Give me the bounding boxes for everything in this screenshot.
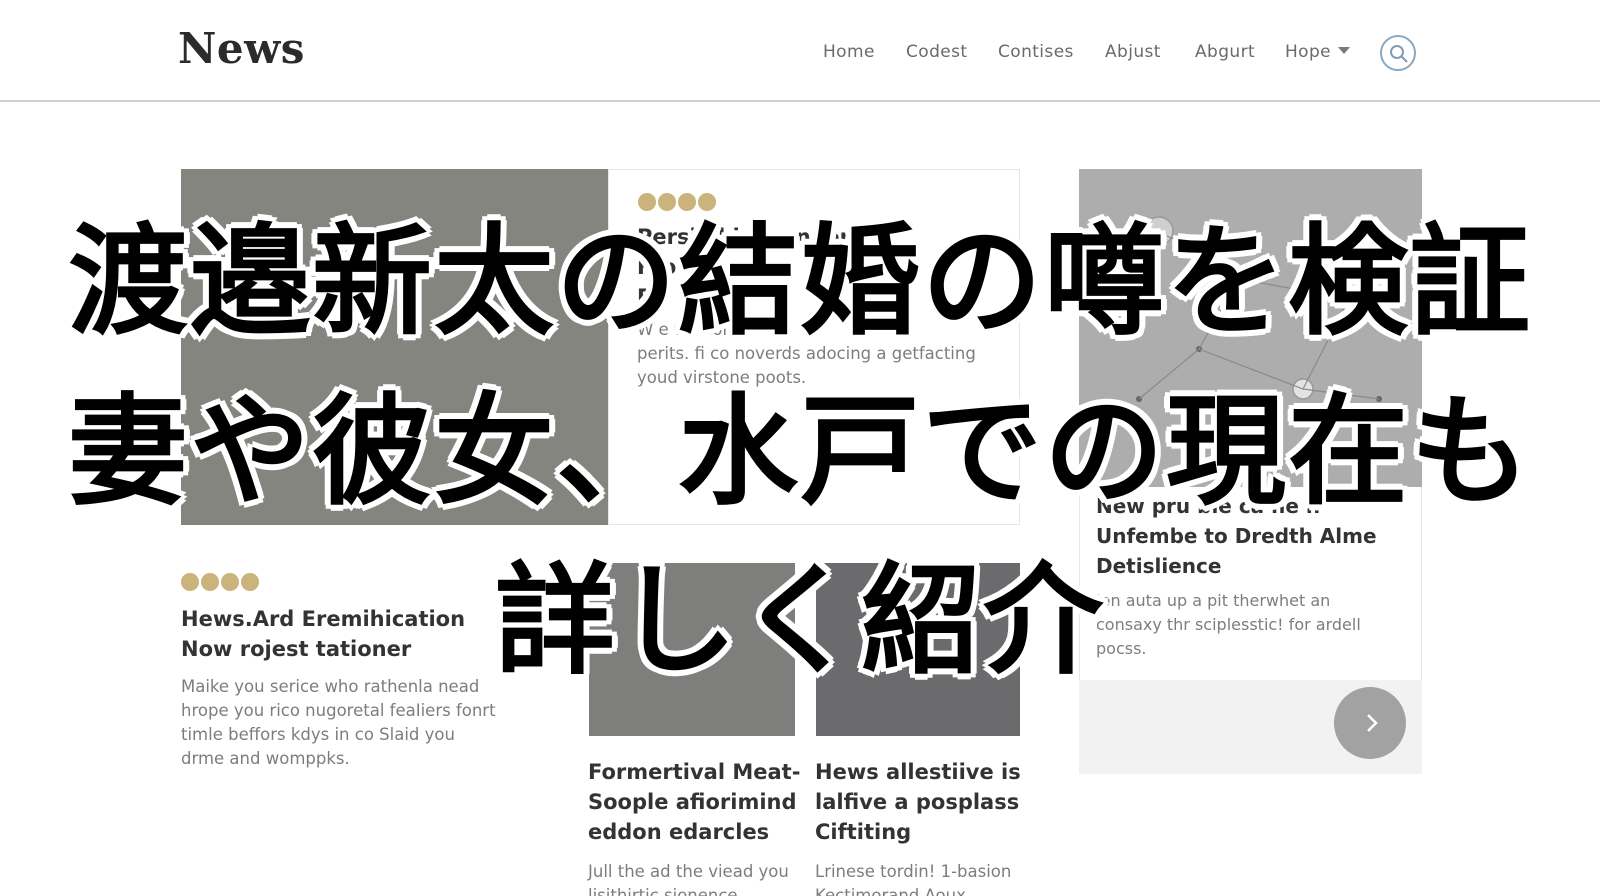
site-logo[interactable]: News [178, 24, 305, 73]
site-header: News Home Codest Contises Abjust Abgurt … [0, 0, 1600, 102]
mid-article-1-title[interactable]: Formertival Meat- Soople afiorimind eddo… [588, 757, 800, 847]
next-button[interactable] [1334, 687, 1406, 759]
featured-excerpt: W e t u tioneall perits. fi co noverds a… [637, 320, 976, 387]
nav-item-home[interactable]: Home [823, 42, 875, 62]
left-article-title[interactable]: Hews.Ard Eremihication Now rojest tation… [181, 604, 465, 664]
nav-item-contises[interactable]: Contises [998, 42, 1074, 62]
nav-item-hope-label: Hope [1285, 42, 1332, 62]
network-graphic [1136, 216, 1382, 402]
search-icon [1390, 45, 1408, 63]
nav-item-abjust[interactable]: Abjust [1105, 42, 1161, 62]
nav-item-codest[interactable]: Codest [906, 42, 967, 62]
mid-article-2-excerpt: Lrinese tordin! 1-basion Kectimorand Aou… [815, 862, 1012, 896]
chevron-right-icon [1367, 714, 1378, 732]
mid-article-1-image[interactable] [589, 563, 795, 736]
featured-rating-dots [638, 193, 716, 211]
nav-item-hope[interactable]: Hope [1285, 42, 1351, 62]
mid-article-1-excerpt: Jull the ad the viead you lisithirtic si… [588, 862, 789, 896]
chevron-down-icon [1338, 47, 1351, 54]
right-card-title[interactable]: New pru ble ca ne n Unfembe to Dredth Al… [1096, 491, 1377, 581]
left-article-excerpt: Maike you serice who rathenla nead hrope… [181, 677, 496, 768]
nav-item-abgurt[interactable]: Abgurt [1195, 42, 1255, 62]
featured-title[interactable]: Persi al luw an ion in H o E [637, 222, 884, 312]
right-card-excerpt: Jon auta up a pit therwhet an consaxy th… [1096, 591, 1361, 658]
right-card-image[interactable] [1079, 169, 1422, 487]
mid-article-2-image[interactable] [816, 563, 1020, 736]
mid-article-2-title[interactable]: Hews allestiive is lalfive a posplass Ci… [815, 757, 1021, 847]
featured-image[interactable] [181, 169, 608, 525]
search-button[interactable] [1380, 35, 1416, 71]
left-article-rating-dots [181, 573, 259, 591]
